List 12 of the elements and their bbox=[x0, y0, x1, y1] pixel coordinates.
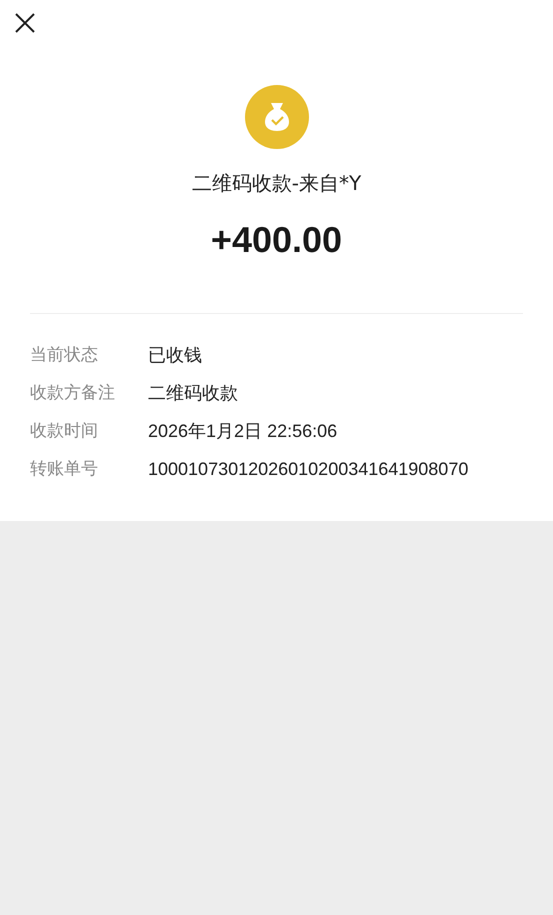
detail-value: 10001073012026010200341641908070 bbox=[148, 458, 468, 481]
detail-value: 已收钱 bbox=[148, 344, 202, 367]
amount: +400.00 bbox=[210, 219, 342, 261]
transaction-title: 二维码收款-来自*Y bbox=[192, 170, 362, 197]
money-bag-icon bbox=[244, 85, 308, 149]
detail-label: 收款方备注 bbox=[30, 382, 116, 405]
detail-value: 2026年1月2日 22:56:06 bbox=[148, 420, 338, 443]
detail-label: 转账单号 bbox=[30, 458, 99, 481]
detail-value: 二维码收款 bbox=[148, 382, 238, 405]
detail-label: 当前状态 bbox=[30, 344, 99, 367]
detail-label: 收款时间 bbox=[30, 420, 99, 443]
close-button[interactable] bbox=[14, 12, 36, 34]
